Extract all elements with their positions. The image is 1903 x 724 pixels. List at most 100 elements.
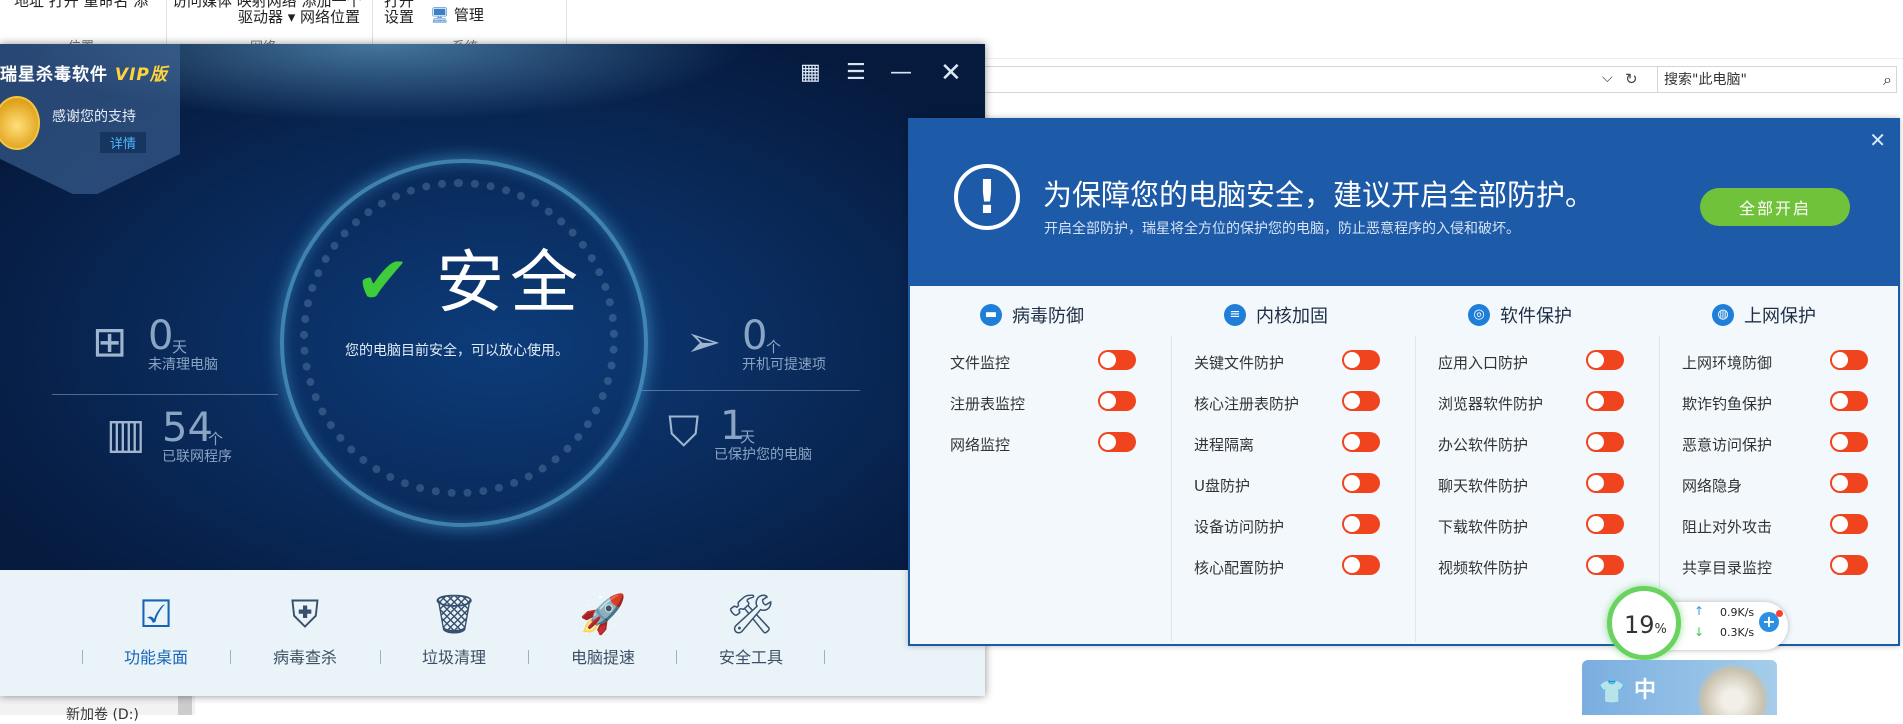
toggle-switch[interactable] [1098,391,1136,411]
protection-row: 核心配置防护 [1194,555,1384,579]
toggle-switch[interactable] [1830,350,1868,370]
refresh-icon[interactable]: ↻ [1625,70,1643,88]
toggle-switch[interactable] [1586,473,1624,493]
check-icon: ✔ [355,242,411,319]
toggle-switch[interactable] [1830,432,1868,452]
network-location-button[interactable]: 网络位置 [300,6,360,27]
toggle-switch[interactable] [1586,391,1624,411]
toggle-switch[interactable] [1342,350,1380,370]
column-virus-defense: ▬ 病毒防御 文件监控 注册表监控 网络监控 [910,286,1154,644]
divider [52,394,278,395]
protection-row: 核心注册表防护 [1194,391,1384,415]
nav-pc-speedup[interactable]: 🚀 电脑提速 [548,588,658,678]
warning-icon: ! [954,164,1020,230]
toggle-switch[interactable] [1098,350,1136,370]
column-title: ◍ 上网保护 [1642,302,1886,328]
toggle-switch[interactable] [1342,514,1380,534]
toggle-switch[interactable] [1830,555,1868,575]
app-title: 瑞星杀毒软件 VIP版 [0,65,168,85]
protection-row: 网络隐身 [1682,473,1872,497]
nav-separator [824,650,825,664]
nav-separator [676,650,677,664]
enable-all-button[interactable]: 全部开启 [1700,188,1850,226]
download-arrow-icon: ↓ [1694,625,1705,639]
protection-row: 应用入口防护 [1438,350,1628,374]
toggle-switch[interactable] [1830,514,1868,534]
toggle-switch[interactable] [1586,555,1624,575]
software-protect-icon: ◎ [1468,304,1490,326]
nav-item-drive-d[interactable]: 新加卷 (D:) [66,704,139,724]
tools-icon: 🛠 [726,592,776,636]
memory-usage-percent: 19% [1624,611,1667,639]
popup-title: 为保障您的电脑安全，建议开启全部防护。 [1043,178,1595,212]
desktop-check-icon: ☑ [138,592,174,636]
status-panel: 瑞星杀毒软件 VIP版 感谢您的支持 详情 ▦ ☰ — ✕ ✔ 安全 您的电脑目… [0,44,985,570]
address-dropdown-icon[interactable]: ⌵ [1602,70,1613,86]
close-icon[interactable]: ✕ [1869,128,1886,152]
nav-security-tools[interactable]: 🛠 安全工具 [696,588,806,678]
clean-grid-icon: ⊞ [92,317,128,366]
toggle-switch[interactable] [1830,391,1868,411]
column-kernel-hardening: ≡ 内核加固 关键文件防护 核心注册表防护 进程隔离 U盘防护 设备访问防护 核心… [1154,286,1398,644]
column-title: ▬ 病毒防御 [910,302,1154,328]
toggle-switch[interactable] [1586,350,1624,370]
rocket-icon: 🚀 [579,592,627,636]
protection-row: 阻止对外攻击 [1682,514,1872,538]
antivirus-window: 瑞星杀毒软件 VIP版 感谢您的支持 详情 ▦ ☰ — ✕ ✔ 安全 您的电脑目… [0,44,985,696]
menu-icon[interactable]: ☰ [846,62,866,84]
nav-virus-scan[interactable]: ⛨ 病毒查杀 [250,588,360,678]
protection-row: 文件监控 [950,350,1140,374]
close-icon[interactable]: ✕ [940,60,962,86]
firewall-icon: ▥ [106,409,146,458]
upload-speed: 0.9K/s [1720,606,1755,619]
protection-row: 办公软件防护 [1438,432,1628,456]
shirt-icon[interactable]: 👕 [1598,680,1625,705]
toggle-switch[interactable] [1098,432,1136,452]
column-software-protection: ◎ 软件保护 应用入口防护 浏览器软件防护 办公软件防护 聊天软件防护 下载软件防… [1398,286,1642,644]
search-box[interactable]: ⌕ [1657,66,1897,93]
protection-popup: ✕ ! 为保障您的电脑安全，建议开启全部防护。 开启全部防护，瑞星将全方位的保护… [908,118,1900,646]
notification-dot [1776,610,1783,617]
qr-code-icon[interactable]: ▦ [800,62,821,84]
ime-mode-indicator[interactable]: 中 [1634,672,1656,704]
globe-icon: ◍ [1712,304,1734,326]
protection-row: 浏览器软件防护 [1438,391,1628,415]
nav-separator [380,650,381,664]
search-input[interactable] [1658,67,1866,93]
protection-row: 视频软件防护 [1438,555,1628,579]
toggle-switch[interactable] [1342,555,1380,575]
ime-skin-tile[interactable]: 👕 中 [1582,660,1777,715]
protection-row: 注册表监控 [950,391,1140,415]
trash-icon: 🗑 [429,592,479,636]
protection-row: 欺诈钓鱼保护 [1682,391,1872,415]
virus-defense-icon: ▬ [980,304,1002,326]
nav-separator [230,650,231,664]
nav-separator [528,650,529,664]
column-title: ◎ 软件保护 [1398,302,1642,328]
toggle-switch[interactable] [1586,432,1624,452]
status-description: 您的电脑目前安全，可以放心使用。 [345,343,569,359]
nav-function-desktop[interactable]: ☑ 功能桌面 [101,588,211,678]
map-drive-button[interactable]: 驱动器 ▾ [238,6,295,27]
protection-row: 上网环境防御 [1682,350,1872,374]
dandelion-image [1697,664,1769,715]
column-title: ≡ 内核加固 [1154,302,1398,328]
manage-button[interactable]: 🖥 管理 [430,4,484,25]
popup-subtitle: 开启全部防护，瑞星将全方位的保护您的电脑，防止恶意程序的入侵和破坏。 [1044,221,1520,237]
protection-row: 共享目录监控 [1682,555,1872,579]
toggle-switch[interactable] [1342,391,1380,411]
protection-row: U盘防护 [1194,473,1384,497]
settings-button[interactable]: 设置 [384,6,414,27]
toggle-switch[interactable] [1586,514,1624,534]
address-bar[interactable] [960,66,1660,93]
protection-row: 聊天软件防护 [1438,473,1628,497]
download-speed: 0.3K/s [1720,626,1755,639]
divider [642,390,860,391]
toggle-switch[interactable] [1342,473,1380,493]
toggle-switch[interactable] [1342,432,1380,452]
search-icon[interactable]: ⌕ [1883,70,1892,90]
nav-junk-cleanup[interactable]: 🗑 垃圾清理 [399,588,509,678]
details-link[interactable]: 详情 [100,132,147,153]
minimize-icon[interactable]: — [890,62,912,84]
toggle-switch[interactable] [1830,473,1868,493]
